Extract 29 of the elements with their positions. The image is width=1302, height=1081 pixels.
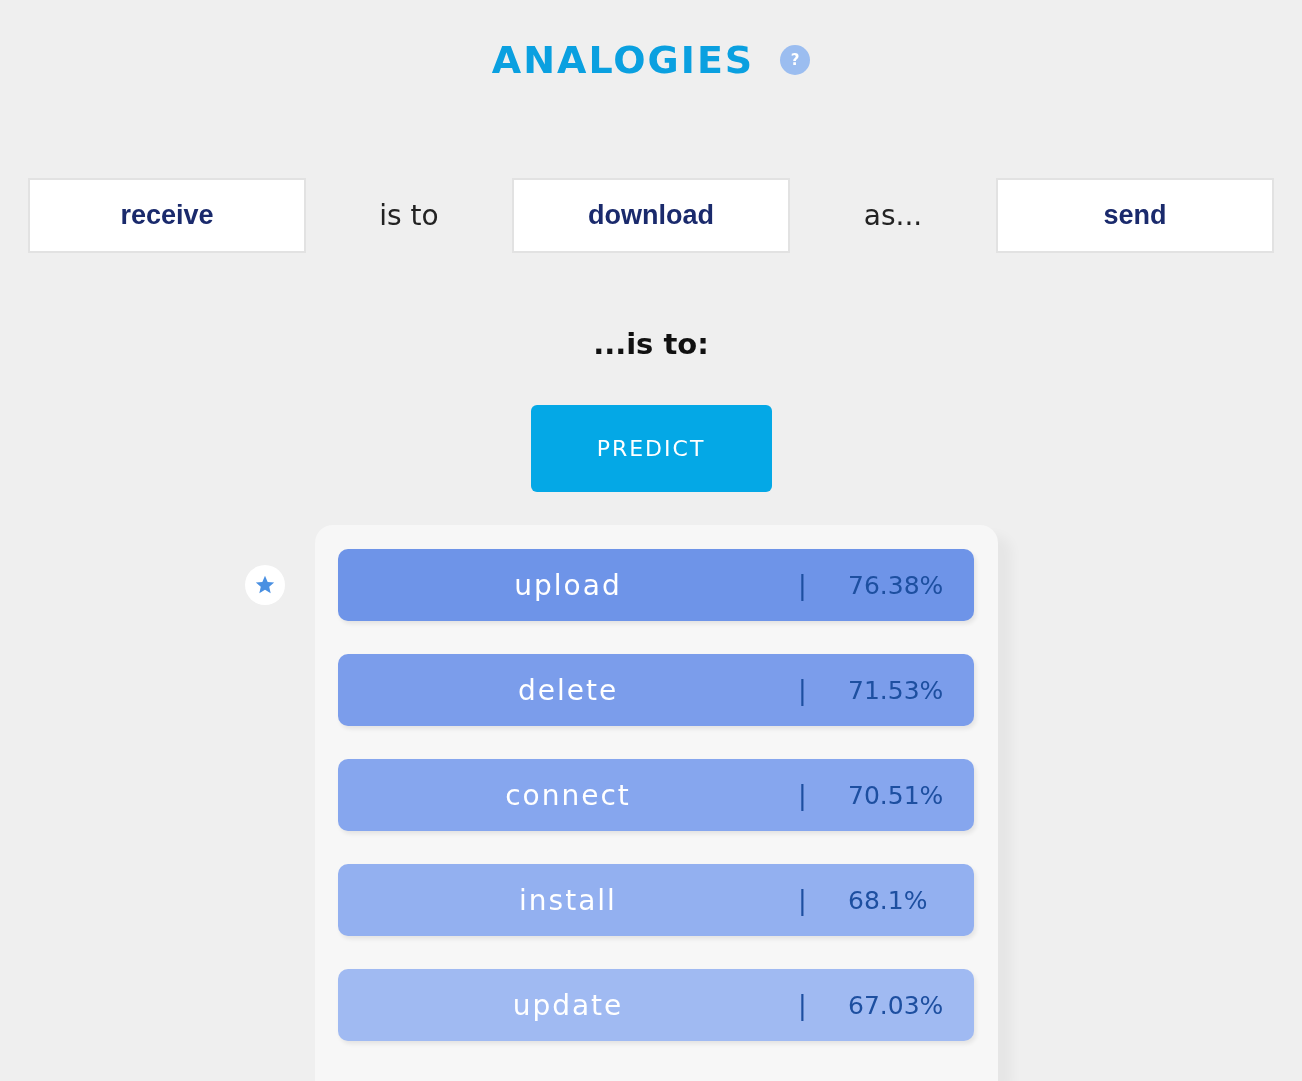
separator-text: | [798, 885, 808, 915]
connector-text: is to [378, 199, 440, 232]
connector-text: as... [862, 199, 924, 232]
result-score: 70.51% [848, 780, 944, 810]
result-word: upload [513, 568, 623, 602]
predict-button[interactable]: PREDICT [530, 405, 772, 492]
result-word: update [511, 988, 625, 1022]
separator-text: | [798, 570, 808, 600]
word-input[interactable]: receive [28, 178, 306, 253]
result-bar[interactable]: update | 67.03% [338, 969, 974, 1041]
result-word: install [518, 883, 618, 917]
separator-text: | [798, 780, 808, 810]
result-word: connect [504, 778, 632, 812]
result-score: 67.03% [848, 990, 944, 1020]
result-score: 68.1% [848, 885, 928, 915]
result-bar[interactable]: delete | 71.53% [338, 654, 974, 726]
result-score: 71.53% [848, 675, 944, 705]
separator-text: | [798, 675, 808, 705]
result-bar[interactable]: upload | 76.38% [338, 549, 974, 621]
result-word: delete [516, 673, 620, 707]
word-input[interactable]: send [996, 178, 1274, 253]
help-button[interactable]: ? [780, 45, 811, 75]
result-bar[interactable]: install | 68.1% [338, 864, 974, 936]
page-title: ANALOGIES [491, 37, 755, 84]
result-bar[interactable]: connect | 70.51% [338, 759, 974, 831]
separator-text: | [798, 990, 808, 1020]
result-score: 76.38% [848, 570, 944, 600]
word-input[interactable]: download [512, 178, 790, 253]
result-label: ...is to: [593, 327, 709, 361]
